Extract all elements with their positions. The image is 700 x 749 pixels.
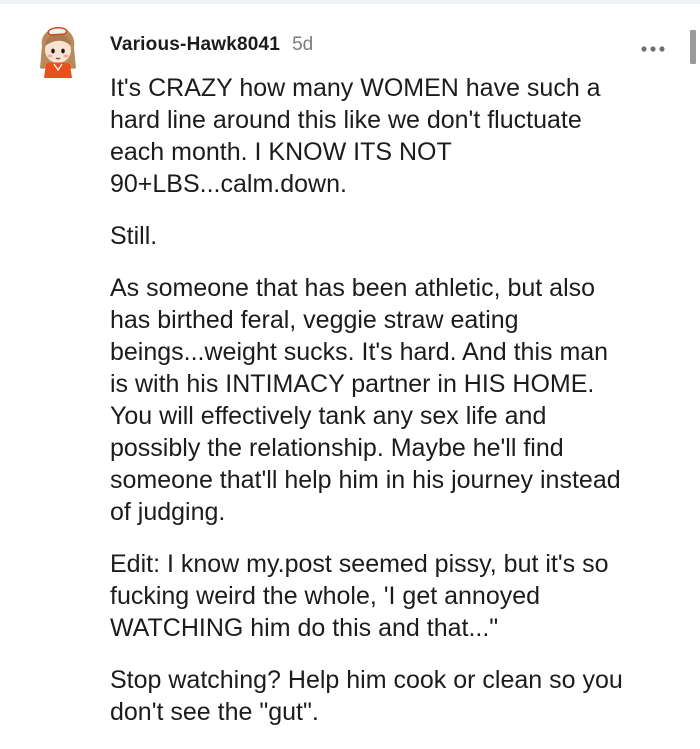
comment-header: Various-Hawk8041 5d	[110, 34, 313, 62]
username-link[interactable]: Various-Hawk8041	[110, 34, 280, 56]
comment-paragraph: Stop watching? Help him cook or clean so…	[110, 666, 623, 726]
snoo-avatar-icon	[40, 27, 76, 78]
more-horizontal-icon	[641, 46, 665, 52]
comment-paragraph: Still.	[110, 222, 158, 250]
comment: Various-Hawk8041 5d It's CRAZY how many …	[0, 0, 700, 749]
comment-paragraph: Edit: I know my.post seemed pissy, but i…	[110, 550, 609, 642]
user-avatar[interactable]	[34, 24, 82, 80]
comment-body: It's CRAZY how many WOMEN have such a ha…	[110, 72, 680, 748]
more-options-button[interactable]	[636, 36, 670, 62]
scrollbar[interactable]	[690, 30, 696, 64]
timestamp: 5d	[292, 34, 314, 55]
comment-paragraph: It's CRAZY how many WOMEN have such a ha…	[110, 74, 601, 198]
comment-paragraph: As someone that has been athletic, but a…	[110, 274, 621, 526]
